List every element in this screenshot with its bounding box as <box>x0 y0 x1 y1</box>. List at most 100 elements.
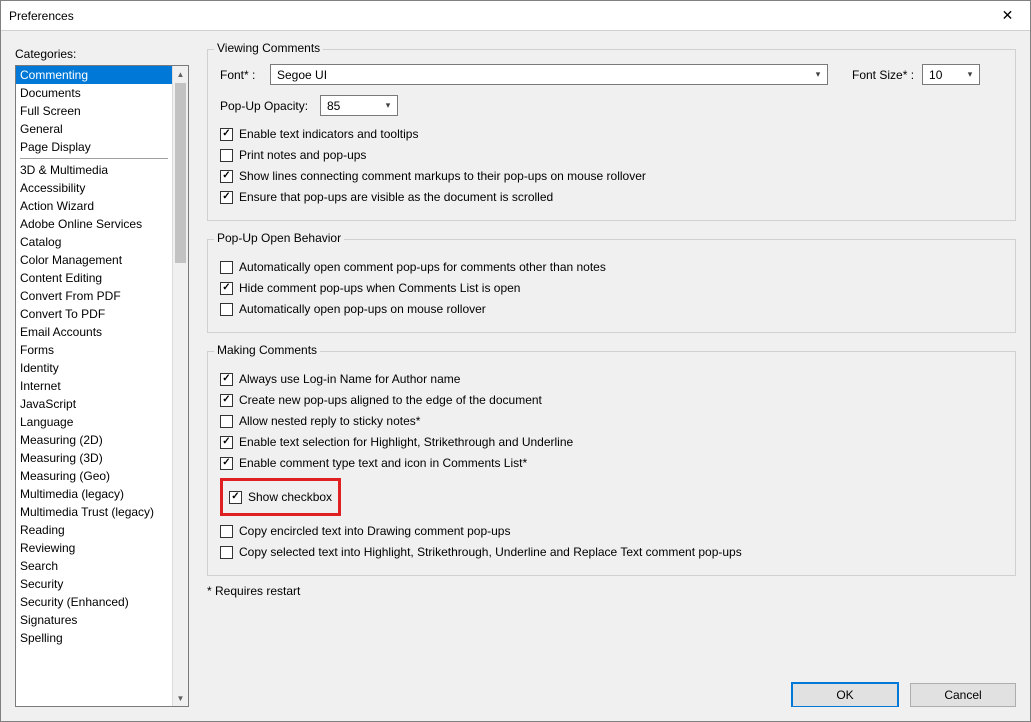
categories-item[interactable]: Reviewing <box>16 539 172 557</box>
categories-item[interactable]: Security (Enhanced) <box>16 593 172 611</box>
opacity-value: 85 <box>321 99 379 113</box>
categories-item[interactable]: Measuring (3D) <box>16 449 172 467</box>
checkbox[interactable] <box>220 149 233 162</box>
categories-item[interactable]: Color Management <box>16 251 172 269</box>
viewing-comments-group: Viewing Comments Font* : Segoe UI ▾ Font… <box>207 49 1016 221</box>
opacity-label: Pop-Up Opacity: <box>220 99 320 113</box>
checkbox[interactable] <box>220 436 233 449</box>
ok-button[interactable]: OK <box>792 683 898 707</box>
categories-item[interactable]: Email Accounts <box>16 323 172 341</box>
making-option[interactable]: Copy encircled text into Drawing comment… <box>220 523 1003 539</box>
viewing-option[interactable]: Show lines connecting comment markups to… <box>220 168 1003 184</box>
categories-item[interactable]: Identity <box>16 359 172 377</box>
categories-item[interactable]: Security <box>16 575 172 593</box>
checkbox[interactable] <box>220 546 233 559</box>
making-option[interactable]: Enable text selection for Highlight, Str… <box>220 434 1003 450</box>
checkbox[interactable] <box>220 282 233 295</box>
checkbox[interactable] <box>229 491 242 504</box>
making-option[interactable]: Copy selected text into Highlight, Strik… <box>220 544 1003 560</box>
chevron-down-icon: ▾ <box>809 69 827 80</box>
font-value: Segoe UI <box>271 68 809 82</box>
categories-item[interactable]: JavaScript <box>16 395 172 413</box>
categories-item[interactable]: Convert From PDF <box>16 287 172 305</box>
dialog-body: Categories: CommentingDocumentsFull Scre… <box>1 31 1030 721</box>
popup-behavior-legend: Pop-Up Open Behavior <box>214 231 344 245</box>
chevron-down-icon: ▾ <box>961 69 979 80</box>
categories-item[interactable]: 3D & Multimedia <box>16 161 172 179</box>
categories-separator <box>20 158 168 159</box>
checkbox-label: Copy encircled text into Drawing comment… <box>239 523 510 539</box>
checkbox[interactable] <box>220 191 233 204</box>
checkbox[interactable] <box>220 261 233 274</box>
window-title: Preferences <box>9 9 985 23</box>
categories-item[interactable]: Action Wizard <box>16 197 172 215</box>
checkbox[interactable] <box>220 394 233 407</box>
scroll-up-icon[interactable]: ▲ <box>173 66 188 82</box>
viewing-option[interactable]: Print notes and pop-ups <box>220 147 1003 163</box>
scroll-down-icon[interactable]: ▼ <box>173 690 188 706</box>
popup-behavior-group: Pop-Up Open Behavior Automatically open … <box>207 239 1016 333</box>
cancel-button[interactable]: Cancel <box>910 683 1016 707</box>
restart-footnote: * Requires restart <box>207 584 1016 598</box>
close-button[interactable]: ✕ <box>985 1 1030 31</box>
categories-item[interactable]: Documents <box>16 84 172 102</box>
popup-option[interactable]: Automatically open comment pop-ups for c… <box>220 259 1003 275</box>
categories-item[interactable]: Accessibility <box>16 179 172 197</box>
categories-item[interactable]: Convert To PDF <box>16 305 172 323</box>
popup-option[interactable]: Hide comment pop-ups when Comments List … <box>220 280 1003 296</box>
checkbox-label: Enable text selection for Highlight, Str… <box>239 434 573 450</box>
categories-item[interactable]: Signatures <box>16 611 172 629</box>
font-combobox[interactable]: Segoe UI ▾ <box>270 64 828 85</box>
categories-item[interactable]: Content Editing <box>16 269 172 287</box>
categories-scrollbar[interactable]: ▲ ▼ <box>172 66 188 706</box>
making-option[interactable]: Always use Log-in Name for Author name <box>220 371 1003 387</box>
categories-item[interactable]: Commenting <box>16 66 172 84</box>
categories-item[interactable]: Internet <box>16 377 172 395</box>
categories-item[interactable]: Multimedia (legacy) <box>16 485 172 503</box>
categories-item[interactable]: Multimedia Trust (legacy) <box>16 503 172 521</box>
checkbox[interactable] <box>220 373 233 386</box>
categories-item[interactable]: Full Screen <box>16 102 172 120</box>
checkbox-label: Enable text indicators and tooltips <box>239 126 418 142</box>
making-comments-legend: Making Comments <box>214 343 320 357</box>
font-size-combobox[interactable]: 10 ▾ <box>922 64 980 85</box>
checkbox[interactable] <box>220 415 233 428</box>
viewing-option[interactable]: Ensure that pop-ups are visible as the d… <box>220 189 1003 205</box>
checkbox[interactable] <box>220 128 233 141</box>
checkbox[interactable] <box>220 457 233 470</box>
categories-listbox[interactable]: CommentingDocumentsFull ScreenGeneralPag… <box>15 65 189 707</box>
preferences-dialog: Preferences ✕ Categories: CommentingDocu… <box>0 0 1031 722</box>
categories-item[interactable]: Measuring (2D) <box>16 431 172 449</box>
making-option[interactable]: Show checkbox <box>229 489 332 505</box>
categories-label: Categories: <box>15 47 189 61</box>
categories-item[interactable]: Spelling <box>16 629 172 647</box>
categories-item[interactable]: Page Display <box>16 138 172 156</box>
making-option[interactable]: Create new pop-ups aligned to the edge o… <box>220 392 1003 408</box>
viewing-option[interactable]: Enable text indicators and tooltips <box>220 126 1003 142</box>
making-option[interactable]: Enable comment type text and icon in Com… <box>220 455 1003 471</box>
font-size-label: Font Size* : <box>852 68 914 82</box>
checkbox-label: Copy selected text into Highlight, Strik… <box>239 544 742 560</box>
categories-item[interactable]: Language <box>16 413 172 431</box>
checkbox[interactable] <box>220 525 233 538</box>
categories-item[interactable]: Forms <box>16 341 172 359</box>
categories-item[interactable]: Adobe Online Services <box>16 215 172 233</box>
checkbox-label: Print notes and pop-ups <box>239 147 366 163</box>
font-label: Font* : <box>220 68 270 82</box>
chevron-down-icon: ▾ <box>379 100 397 111</box>
checkbox-label: Automatically open pop-ups on mouse roll… <box>239 301 486 317</box>
categories-item[interactable]: Search <box>16 557 172 575</box>
checkbox-label: Allow nested reply to sticky notes* <box>239 413 420 429</box>
categories-item[interactable]: Reading <box>16 521 172 539</box>
opacity-combobox[interactable]: 85 ▾ <box>320 95 398 116</box>
checkbox[interactable] <box>220 170 233 183</box>
scroll-thumb[interactable] <box>175 83 186 263</box>
checkbox-label: Show lines connecting comment markups to… <box>239 168 646 184</box>
checkbox[interactable] <box>220 303 233 316</box>
popup-option[interactable]: Automatically open pop-ups on mouse roll… <box>220 301 1003 317</box>
categories-item[interactable]: Catalog <box>16 233 172 251</box>
categories-item[interactable]: Measuring (Geo) <box>16 467 172 485</box>
categories-item[interactable]: General <box>16 120 172 138</box>
making-option[interactable]: Allow nested reply to sticky notes* <box>220 413 1003 429</box>
checkbox-label: Always use Log-in Name for Author name <box>239 371 460 387</box>
